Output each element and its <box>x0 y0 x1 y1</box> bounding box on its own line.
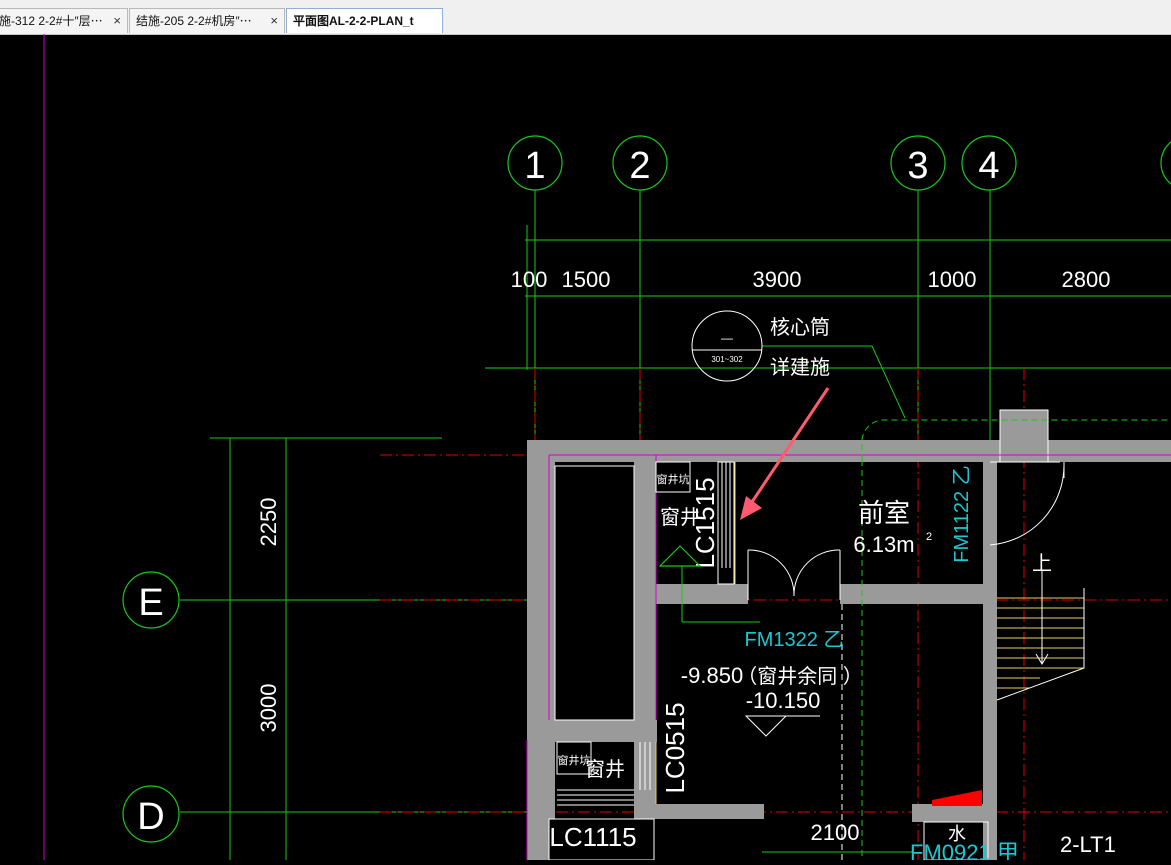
door-fm0921: FM0921 甲 <box>910 840 1019 860</box>
stair-up-label: 上 <box>1032 552 1052 575</box>
close-icon[interactable]: × <box>270 9 278 33</box>
window-lc1115: LC1115 <box>549 822 636 852</box>
room-area-sup: 2 <box>926 531 932 543</box>
top-dimensions: 100 1500 3900 1000 2800 <box>511 267 1111 292</box>
drawing-canvas[interactable]: 1 2 3 4 E D 100 1500 3900 1000 2800 2250… <box>0 34 1171 865</box>
window-lc0515: LC0515 <box>660 702 690 793</box>
pit-label-top: 窗井坑 <box>657 472 690 486</box>
door-fm1122: FM1122 乙 <box>951 465 973 562</box>
elevation-2: -10.150 <box>746 688 821 713</box>
note-see-arch: 详建施 <box>770 356 830 379</box>
section-callout <box>691 310 763 382</box>
red-marker <box>932 790 982 806</box>
axis-label-4: 4 <box>978 145 999 187</box>
tab-drawing-312[interactable]: 施-312 2-2#十″层⋯ × <box>0 8 128 33</box>
cad-drawing[interactable]: 1 2 3 4 E D 100 1500 3900 1000 2800 2250… <box>0 34 1171 865</box>
svg-text:2800: 2800 <box>1062 267 1111 292</box>
callout-top: — <box>721 331 733 345</box>
tab-drawing-205[interactable]: 结施-205 2-2#机房″⋯ × <box>129 8 285 33</box>
stairs <box>997 597 1084 689</box>
svg-text:3900: 3900 <box>753 267 802 292</box>
close-icon[interactable]: × <box>113 9 121 33</box>
callout-bottom: 301~302 <box>711 355 743 364</box>
svg-text:1000: 1000 <box>928 267 977 292</box>
axis-label-1: 1 <box>524 145 545 187</box>
axis-label-d: D <box>137 796 164 838</box>
note-core-tube: 核心筒 <box>770 316 830 339</box>
stair-label: 2-LT1 <box>1060 832 1116 857</box>
tab-plan-al-2-2[interactable]: 平面图AL-2-2-PLAN_t <box>286 8 443 33</box>
axis-label-3: 3 <box>907 145 928 187</box>
tab-bar: 施-312 2-2#十″层⋯ × 结施-205 2-2#机房″⋯ × 平面图AL… <box>0 0 1171 35</box>
elevation-note: （窗井余同 ） <box>737 665 863 688</box>
window-lc1515: LC1515 <box>690 477 720 568</box>
single-door <box>989 461 1065 546</box>
svg-text:100: 100 <box>511 267 548 292</box>
window-well-left <box>554 465 635 721</box>
room-area: 6.13m <box>853 532 914 557</box>
room-name: 前室 <box>858 498 910 528</box>
axis-label-2: 2 <box>629 145 650 187</box>
door-fm1322: FM1322 乙 <box>745 629 844 651</box>
dim-2250: 2250 <box>256 498 281 547</box>
axis-label-e: E <box>138 582 163 624</box>
dim-2100: 2100 <box>811 820 860 845</box>
elevation-1: -9.850 <box>681 663 743 688</box>
svg-text:1500: 1500 <box>562 267 611 292</box>
well-label-bottom: 窗井 <box>585 758 625 781</box>
double-door <box>747 549 841 600</box>
dim-3000: 3000 <box>256 684 281 733</box>
axis-bubbles-top <box>507 135 1171 191</box>
